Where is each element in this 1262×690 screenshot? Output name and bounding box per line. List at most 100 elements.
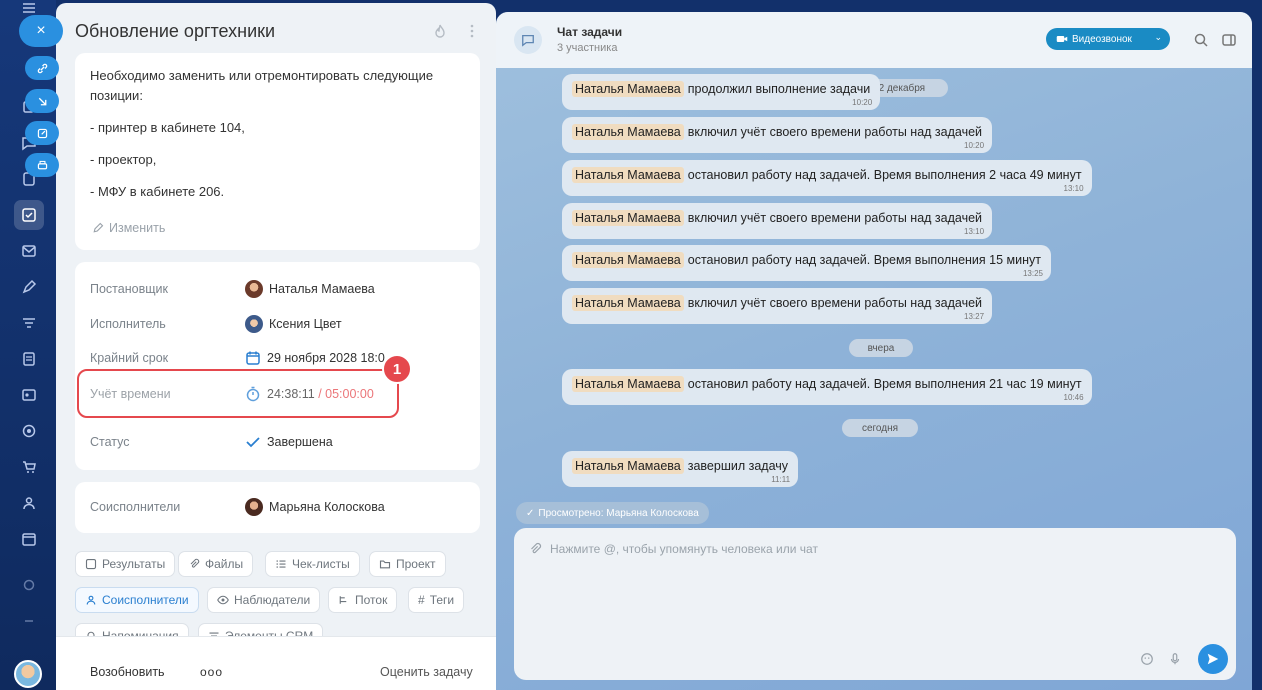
message-author[interactable]: Наталья Мамаева — [572, 252, 684, 268]
open-external-icon[interactable] — [25, 121, 59, 145]
chip-label: Результаты — [102, 557, 166, 571]
field-label-status: Статус — [90, 435, 130, 449]
chip-coexecutors[interactable]: Соисполнители — [75, 587, 199, 613]
message-text: включил учёт своего времени работы над з… — [687, 211, 983, 225]
resume-button[interactable]: Возобновить — [90, 665, 165, 679]
chat-message: Наталья Мамаева продолжил выполнение зада… — [562, 74, 881, 110]
more-button[interactable]: ooo — [200, 665, 223, 679]
pencil-icon — [93, 222, 104, 233]
more-vertical-icon[interactable] — [464, 23, 480, 39]
video-call-label: Видеозвонок — [1072, 33, 1132, 45]
chip-results[interactable]: Результаты — [75, 551, 176, 577]
more-icon[interactable] — [14, 606, 44, 636]
message-author[interactable]: Наталья Мамаева — [572, 458, 684, 474]
field-deadline[interactable]: 29 ноября 2028 18:0 — [245, 350, 385, 366]
microphone-icon[interactable] — [1168, 652, 1182, 666]
send-button[interactable] — [1198, 644, 1228, 674]
message-time: 13:10 — [964, 227, 985, 236]
close-button[interactable]: × — [19, 15, 63, 47]
avatar — [245, 498, 263, 516]
edit-description-link[interactable]: Изменить — [92, 221, 165, 235]
chip-files[interactable]: Файлы — [178, 551, 254, 577]
flame-icon[interactable] — [432, 23, 448, 39]
target-icon[interactable] — [14, 416, 44, 446]
callout-badge: 1 — [382, 354, 412, 384]
chip-project[interactable]: Проект — [369, 551, 446, 577]
search-icon[interactable] — [1193, 32, 1209, 48]
message-author[interactable]: Наталья Мамаева — [572, 124, 684, 140]
chip-observers[interactable]: Наблюдатели — [207, 587, 321, 613]
field-label-assignee: Исполнитель — [90, 317, 166, 331]
download-icon[interactable] — [25, 89, 59, 113]
mail-icon[interactable] — [14, 236, 44, 266]
contact-card-icon[interactable] — [14, 380, 44, 410]
chip-flow[interactable]: Поток — [328, 587, 398, 613]
results-icon — [85, 558, 97, 570]
checklist-icon — [276, 560, 286, 568]
calendar-icon[interactable] — [14, 524, 44, 554]
send-icon — [1207, 653, 1219, 665]
chip-checklists[interactable]: Чек-листы — [265, 551, 360, 577]
message-text: включил учёт своего времени работы над з… — [687, 125, 983, 139]
field-label-deadline: Крайний срок — [90, 351, 169, 365]
calendar-icon — [246, 351, 260, 365]
cart-icon[interactable] — [14, 452, 44, 482]
user-avatar[interactable] — [14, 660, 42, 688]
message-text: завершил задачу — [687, 459, 789, 473]
deadline-value: 29 ноября 2028 18:0 — [267, 351, 385, 365]
flow-icon — [339, 596, 347, 604]
message-author[interactable]: Наталья Мамаева — [572, 295, 684, 311]
task-description: Необходимо заменить или отремонтировать … — [75, 53, 480, 250]
description-line: - проектор, — [90, 152, 157, 167]
document-icon[interactable] — [14, 344, 44, 374]
print-icon[interactable] — [25, 153, 59, 177]
message-author[interactable]: Наталья Мамаева — [572, 376, 684, 392]
task-footer: Возобновить ooo Оценить задачу — [56, 636, 496, 690]
message-author[interactable]: Наталья Мамаева — [572, 81, 684, 97]
chat-message: Наталья Мамаева включил учёт своего време… — [562, 288, 993, 324]
creator-name: Наталья Мамаева — [269, 282, 375, 296]
chat-title[interactable]: Чат задачи — [557, 25, 622, 39]
settings-icon[interactable] — [14, 570, 44, 600]
chip-label: Теги — [429, 593, 455, 607]
chip-tags[interactable]: # Теги — [408, 587, 465, 613]
description-line: - принтер в кабинете 104, — [90, 120, 245, 135]
chat-participants[interactable]: 3 участника — [557, 42, 617, 54]
camera-icon — [1056, 36, 1068, 42]
double-check-icon: ✓ — [526, 507, 535, 519]
message-text: включил учёт своего времени работы над з… — [687, 296, 983, 310]
task-panel: Обновление оргтехники Необходимо заменит… — [56, 3, 496, 690]
message-author[interactable]: Наталья Мамаева — [572, 167, 684, 183]
field-creator[interactable]: Наталья Мамаева — [245, 280, 375, 298]
field-label-coexec: Соисполнители — [90, 500, 181, 514]
sidebar-toggle-icon[interactable] — [1221, 32, 1237, 48]
field-assignee[interactable]: Ксения Цвет — [245, 315, 342, 333]
paperclip-icon[interactable] — [528, 542, 542, 556]
seen-indicator: ✓ Просмотрено: Марьяна Колоскова — [516, 502, 709, 524]
chat-message: Наталья Мамаева включил учёт своего време… — [562, 203, 993, 239]
filter-icon[interactable] — [14, 308, 44, 338]
status-value: Завершена — [267, 435, 333, 449]
users-icon[interactable] — [14, 488, 44, 518]
pen-icon[interactable] — [14, 272, 44, 302]
message-input[interactable]: Нажмите @, чтобы упомянуть человека или … — [514, 528, 1236, 680]
message-time: 13:10 — [1063, 184, 1084, 193]
emoji-icon[interactable] — [1140, 652, 1154, 666]
message-time: 10:20 — [852, 98, 873, 107]
coexec-name: Марьяна Колоскова — [269, 500, 385, 514]
rate-task-button[interactable]: Оценить задачу — [380, 665, 473, 679]
folder-icon — [379, 560, 391, 569]
message-text: остановил работу над задачей. Время выпо… — [687, 168, 1082, 182]
chevron-down-icon[interactable]: ⌄ — [1154, 32, 1162, 43]
video-call-button[interactable]: Видеозвонок ⌄ — [1046, 28, 1170, 50]
menu-icon[interactable] — [14, 0, 44, 16]
message-author[interactable]: Наталья Мамаева — [572, 210, 684, 226]
day-separator: вчера — [849, 339, 913, 357]
tasks-icon[interactable] — [14, 200, 44, 230]
link-icon[interactable] — [25, 56, 59, 80]
field-label-creator: Постановщик — [90, 282, 168, 296]
field-coexec[interactable]: Марьяна Колоскова — [245, 498, 385, 516]
avatar — [245, 280, 263, 298]
task-fields-card: Постановщик Наталья Мамаева Исполнитель … — [75, 262, 480, 470]
chip-label: Проект — [396, 557, 436, 571]
